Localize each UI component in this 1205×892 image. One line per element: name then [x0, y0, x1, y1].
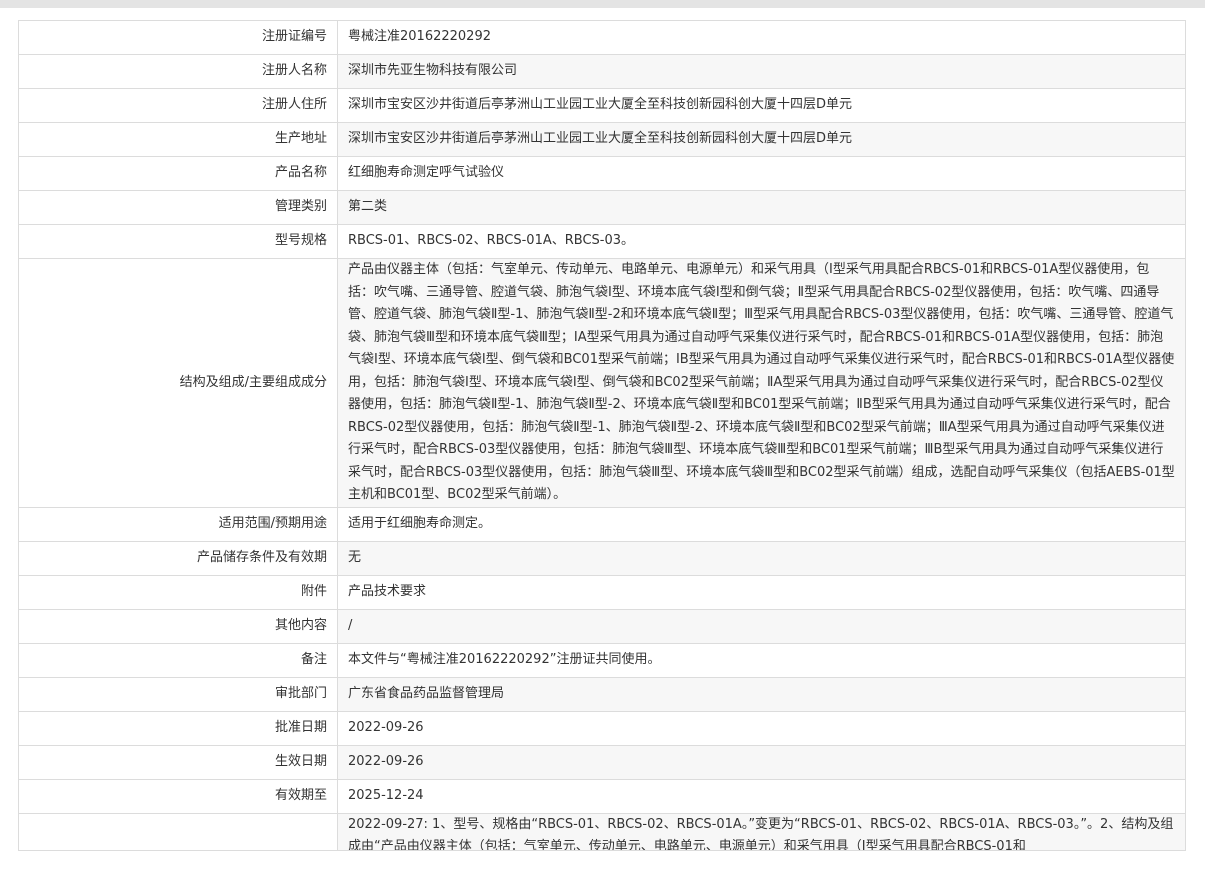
field-label: 批准日期	[18, 710, 338, 746]
row-attachment: 附件 产品技术要求	[18, 574, 1186, 610]
row-model-spec: 型号规格 RBCS-01、RBCS-02、RBCS-01A、RBCS-03。	[18, 224, 1186, 259]
field-label: 备注	[18, 642, 338, 678]
field-label: 注册人住所	[18, 88, 338, 123]
field-label: 附件	[18, 574, 338, 610]
field-label: 结构及组成/主要组成成分	[18, 258, 338, 508]
field-value: 第二类	[337, 190, 1186, 225]
field-value: 无	[337, 540, 1186, 576]
row-registration-number: 注册证编号 粤械注准20162220292	[18, 20, 1186, 55]
field-value: RBCS-01、RBCS-02、RBCS-01A、RBCS-03。	[337, 224, 1186, 259]
top-strip	[0, 0, 1205, 8]
field-label: 生效日期	[18, 744, 338, 780]
field-value: 2022-09-26	[337, 710, 1186, 746]
row-expiry-date: 有效期至 2025-12-24	[18, 778, 1186, 814]
row-storage-validity: 产品储存条件及有效期 无	[18, 540, 1186, 576]
field-value: 2022-09-26	[337, 744, 1186, 780]
row-registrant-address: 注册人住所 深圳市宝安区沙井街道后亭茅洲山工业园工业大厦全至科技创新园科创大厦十…	[18, 88, 1186, 123]
row-approval-department: 审批部门 广东省食品药品监督管理局	[18, 676, 1186, 712]
row-registrant-name: 注册人名称 深圳市先亚生物科技有限公司	[18, 54, 1186, 89]
field-value: 深圳市宝安区沙井街道后亭茅洲山工业园工业大厦全至科技创新园科创大厦十四层D单元	[337, 122, 1186, 157]
row-structure-composition: 结构及组成/主要组成成分 产品由仪器主体（包括：气室单元、传动单元、电路单元、电…	[18, 258, 1186, 508]
field-value: 深圳市先亚生物科技有限公司	[337, 54, 1186, 89]
field-label: 产品储存条件及有效期	[18, 540, 338, 576]
row-approval-date: 批准日期 2022-09-26	[18, 710, 1186, 746]
row-intended-use: 适用范围/预期用途 适用于红细胞寿命测定。	[18, 506, 1186, 542]
field-value: 适用于红细胞寿命测定。	[337, 506, 1186, 542]
field-value: 本文件与“粤械注准20162220292”注册证共同使用。	[337, 642, 1186, 678]
field-label: 审批部门	[18, 676, 338, 712]
row-change-history: 2022-09-27: 1、型号、规格由“RBCS-01、RBCS-02、RBC…	[18, 812, 1186, 851]
change-history-text: 2022-09-27: 1、型号、规格由“RBCS-01、RBCS-02、RBC…	[348, 816, 1174, 850]
field-label: 注册证编号	[18, 20, 338, 55]
field-label: 型号规格	[18, 224, 338, 259]
field-value: 2022-09-27: 1、型号、规格由“RBCS-01、RBCS-02、RBC…	[337, 812, 1186, 851]
field-label: 适用范围/预期用途	[18, 506, 338, 542]
field-value: 红细胞寿命测定呼气试验仪	[337, 156, 1186, 191]
field-label	[18, 812, 338, 851]
field-label: 注册人名称	[18, 54, 338, 89]
row-management-category: 管理类别 第二类	[18, 190, 1186, 225]
registration-detail-table: 注册证编号 粤械注准20162220292 注册人名称 深圳市先亚生物科技有限公…	[18, 20, 1186, 851]
row-product-name: 产品名称 红细胞寿命测定呼气试验仪	[18, 156, 1186, 191]
field-value: 广东省食品药品监督管理局	[337, 676, 1186, 712]
field-label: 生产地址	[18, 122, 338, 157]
field-value: 产品由仪器主体（包括：气室单元、传动单元、电路单元、电源单元）和采气用具（Ⅰ型采…	[337, 258, 1186, 508]
row-remarks: 备注 本文件与“粤械注准20162220292”注册证共同使用。	[18, 642, 1186, 678]
detail-panel: 注册证编号 粤械注准20162220292 注册人名称 深圳市先亚生物科技有限公…	[0, 8, 1205, 892]
field-label: 产品名称	[18, 156, 338, 191]
field-label: 管理类别	[18, 190, 338, 225]
field-value: 2025-12-24	[337, 778, 1186, 814]
field-label: 其他内容	[18, 608, 338, 644]
field-value: 深圳市宝安区沙井街道后亭茅洲山工业园工业大厦全至科技创新园科创大厦十四层D单元	[337, 88, 1186, 123]
field-value: 粤械注准20162220292	[337, 20, 1186, 55]
field-label: 有效期至	[18, 778, 338, 814]
row-effective-date: 生效日期 2022-09-26	[18, 744, 1186, 780]
field-value: /	[337, 608, 1186, 644]
field-value: 产品技术要求	[337, 574, 1186, 610]
row-production-address: 生产地址 深圳市宝安区沙井街道后亭茅洲山工业园工业大厦全至科技创新园科创大厦十四…	[18, 122, 1186, 157]
row-other-content: 其他内容 /	[18, 608, 1186, 644]
